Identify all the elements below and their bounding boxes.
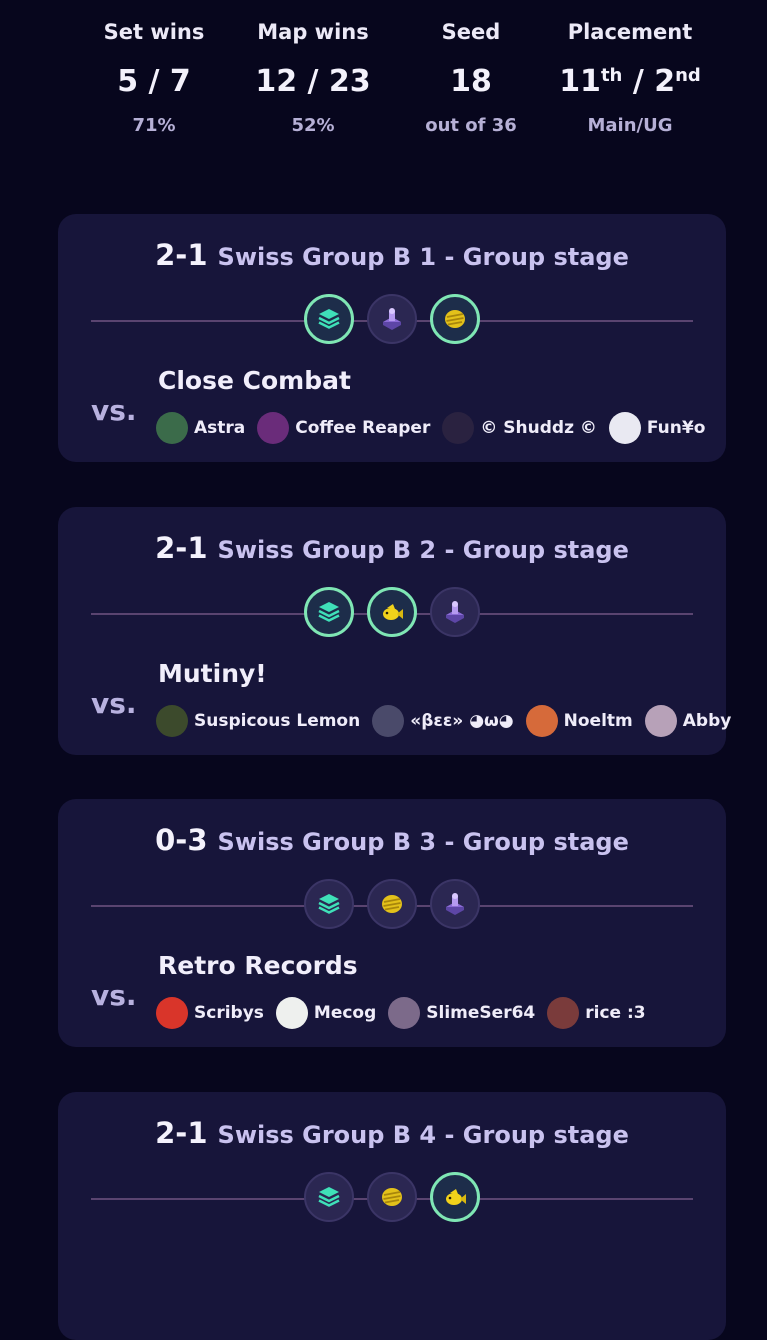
player-item[interactable]: © Shuddz © <box>442 412 597 444</box>
avatar <box>608 412 641 444</box>
stat-label: Set wins <box>103 20 205 44</box>
player-item[interactable]: Suspicous Lemon <box>156 705 360 737</box>
placement-main-suffix: th <box>600 65 623 86</box>
player-name: Fun¥o <box>646 418 706 438</box>
match-header: 0-3 Swiss Group B 3 - Group stage <box>58 823 726 857</box>
player-item[interactable]: SlimeSer64 <box>388 997 535 1029</box>
stat-set-wins: Set wins 5 / 7 71% <box>74 18 234 138</box>
stats-summary: Set wins 5 / 7 71% Map wins 12 / 23 52% … <box>0 0 767 160</box>
stat-sub: 52% <box>291 115 335 136</box>
vs-label: vs. <box>91 979 137 1012</box>
opponent-players: Astra Coffee Reaper © Shuddz © Fun¥o <box>156 412 717 444</box>
player-name: Noeltm <box>563 711 633 731</box>
stat-value: 5 / 7 <box>117 64 191 99</box>
player-item[interactable]: Scribys <box>156 997 264 1029</box>
match-card[interactable]: 2-1 Swiss Group B 1 - Group stage vs. Close… <box>58 214 726 462</box>
match-score: 2-1 <box>155 238 208 272</box>
gold-coin-icon <box>367 879 417 929</box>
stat-value: 18 <box>450 64 492 99</box>
placement-ug-suffix: nd <box>675 65 701 86</box>
avatar <box>388 997 421 1029</box>
stat-placement: Placement 11th / 2nd Main/UG <box>550 18 710 138</box>
placement-separator: / <box>632 64 644 99</box>
opponent-team-name[interactable]: Mutiny! <box>158 659 267 688</box>
player-name: Suspicous Lemon <box>194 711 361 731</box>
player-name: Mecog <box>313 1003 377 1023</box>
match-stage: Swiss Group B 1 - Group stage <box>217 243 629 271</box>
fish-icon <box>430 1172 480 1222</box>
avatar <box>156 705 188 737</box>
avatar <box>372 705 405 737</box>
player-name: © Shuddz © <box>480 418 597 438</box>
stat-value: 11th / 2nd <box>550 64 710 100</box>
stat-sub: out of 36 <box>425 115 517 136</box>
match-score: 0-3 <box>155 823 208 857</box>
avatar <box>442 412 475 444</box>
map-results <box>58 1172 726 1222</box>
avatar <box>156 412 188 444</box>
match-stage: Swiss Group B 2 - Group stage <box>217 536 629 564</box>
player-name: Scribys <box>194 1003 264 1023</box>
stat-seed: Seed 18 out of 36 <box>391 18 551 138</box>
player-item[interactable]: Mecog <box>275 997 377 1029</box>
match-stage: Swiss Group B 4 - Group stage <box>217 1121 629 1149</box>
player-name: «βεε» ◕ω◕ <box>410 711 514 731</box>
match-card[interactable]: 0-3 Swiss Group B 3 - Group stage vs. Retro… <box>58 799 726 1047</box>
map-results <box>58 294 726 344</box>
opponent-players: Suspicous Lemon «βεε» ◕ω◕ Noeltm Abby <box>156 705 743 737</box>
match-score: 2-1 <box>155 1116 208 1150</box>
match-card[interactable]: 2-1 Swiss Group B 4 - Group stage <box>58 1092 726 1340</box>
opponent-team-name[interactable]: Retro Records <box>158 951 358 980</box>
map-results <box>58 879 726 929</box>
player-name: SlimeSer64 <box>426 1003 536 1023</box>
avatar <box>547 997 580 1029</box>
opponent-team-name[interactable]: Close Combat <box>158 366 351 395</box>
player-item[interactable]: rice :3 <box>547 997 646 1029</box>
vs-label: vs. <box>91 394 137 427</box>
player-item[interactable]: Noeltm <box>525 705 633 737</box>
stat-sub: 71% <box>132 115 176 136</box>
stat-label: Placement <box>567 20 693 44</box>
player-item[interactable]: Fun¥o <box>608 412 706 444</box>
map-results <box>58 587 726 637</box>
vs-label: vs. <box>91 687 137 720</box>
avatar <box>525 705 558 737</box>
layers-icon <box>304 294 354 344</box>
stat-sub: Main/UG <box>587 115 673 136</box>
layers-icon <box>304 879 354 929</box>
avatar <box>257 412 290 444</box>
player-name: Coffee Reaper <box>295 418 431 438</box>
stat-value: 12 / 23 <box>255 64 371 99</box>
layers-icon <box>304 1172 354 1222</box>
opponent-players: Scribys Mecog SlimeSer64 rice :3 <box>156 997 658 1029</box>
player-item[interactable]: Coffee Reaper <box>257 412 430 444</box>
tower-icon <box>430 587 480 637</box>
match-header: 2-1 Swiss Group B 4 - Group stage <box>58 1116 726 1150</box>
avatar <box>644 705 677 737</box>
layers-icon <box>304 587 354 637</box>
gold-coin-icon <box>367 1172 417 1222</box>
player-item[interactable]: Astra <box>156 412 245 444</box>
placement-main: 11 <box>559 64 601 99</box>
player-item[interactable]: Abby <box>644 705 732 737</box>
fish-icon <box>367 587 417 637</box>
tower-icon <box>430 879 480 929</box>
player-name: rice :3 <box>585 1003 646 1023</box>
tower-icon <box>367 294 417 344</box>
stat-label: Map wins <box>257 20 369 44</box>
avatar <box>275 997 308 1029</box>
match-card[interactable]: 2-1 Swiss Group B 2 - Group stage vs. Mutin… <box>58 507 731 755</box>
player-item[interactable]: «βεε» ◕ω◕ <box>372 705 514 737</box>
stat-label: Seed <box>441 20 501 44</box>
match-header: 2-1 Swiss Group B 1 - Group stage <box>58 238 726 272</box>
gold-coin-icon <box>430 294 480 344</box>
placement-ug: 2 <box>654 64 676 99</box>
match-score: 2-1 <box>155 531 208 565</box>
avatar <box>156 997 188 1029</box>
player-name: Abby <box>682 711 732 731</box>
match-stage: Swiss Group B 3 - Group stage <box>217 828 629 856</box>
player-name: Astra <box>194 418 246 438</box>
stat-map-wins: Map wins 12 / 23 52% <box>233 18 393 138</box>
match-header: 2-1 Swiss Group B 2 - Group stage <box>58 531 726 565</box>
